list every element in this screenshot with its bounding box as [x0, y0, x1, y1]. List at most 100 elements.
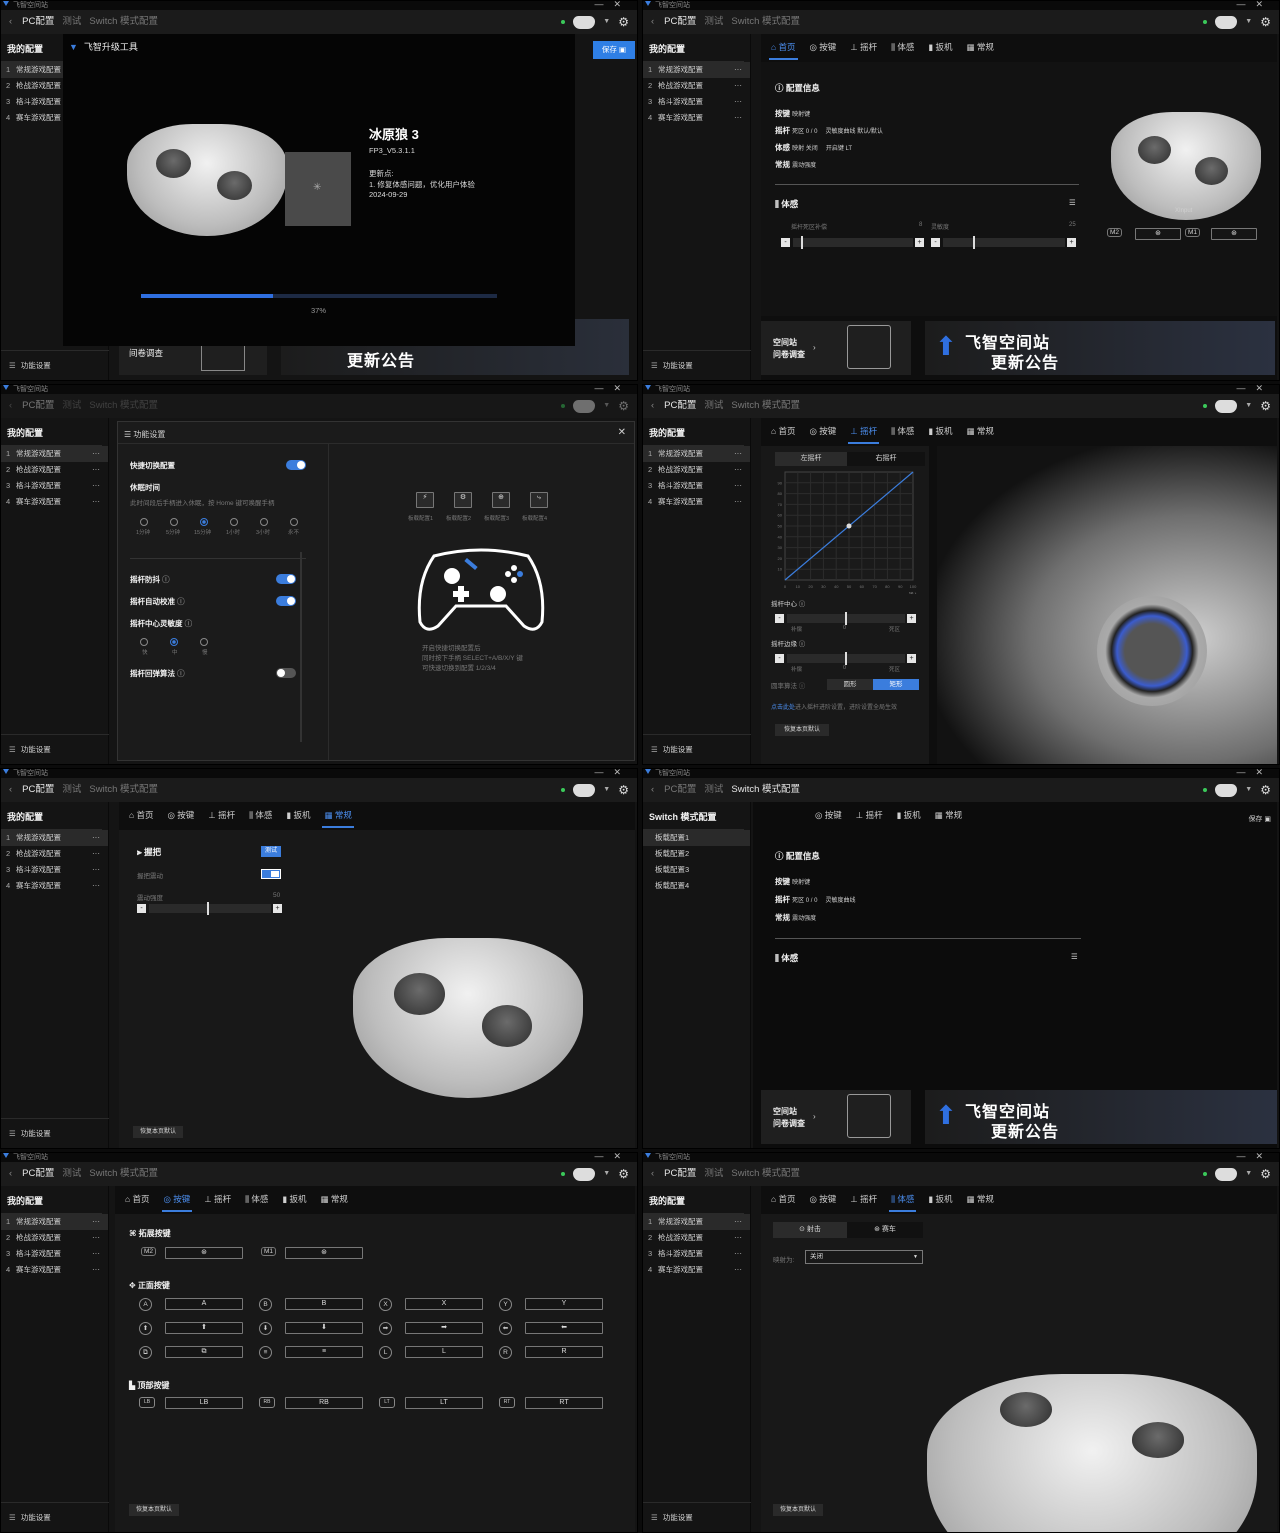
top-key-mapping[interactable]: RB	[285, 1397, 363, 1409]
sidebar-item-1[interactable]: 1 常规游戏配置 ···	[643, 1214, 750, 1230]
sidebar-item-1[interactable]: 1 常规游戏配置 ···	[1, 446, 108, 462]
face-key-mapping[interactable]: A	[165, 1298, 243, 1310]
strength-plus-button[interactable]: +	[273, 904, 282, 913]
more-icon[interactable]: ···	[92, 878, 100, 894]
tab-switch-config[interactable]: Switch 模式配置	[731, 778, 800, 802]
sidebar-item-3[interactable]: 3 格斗游戏配置 ···	[1, 1246, 108, 1262]
quick-switch-toggle[interactable]	[286, 460, 306, 470]
sidebar-item-1[interactable]: 1 常规游戏配置 ···	[643, 446, 750, 462]
face-key-mapping[interactable]: ➡	[405, 1322, 483, 1334]
tab-test[interactable]: 测试	[62, 778, 81, 802]
chevron-down-icon[interactable]: ▼	[603, 394, 610, 418]
deadzone-slider[interactable]	[793, 236, 913, 249]
tab-home[interactable]: ⌂ 首页	[127, 805, 156, 825]
tab-trigger[interactable]: ▮ 扳机	[895, 805, 923, 825]
switch-config-2[interactable]: 板载配置2	[643, 846, 750, 862]
more-icon[interactable]: ···	[734, 446, 742, 462]
back-icon[interactable]: ‹	[651, 394, 654, 418]
face-key-mapping[interactable]: ⧉	[165, 1346, 243, 1358]
more-icon[interactable]: ···	[92, 462, 100, 478]
window-controls[interactable]: —✕	[594, 385, 631, 393]
more-icon[interactable]: ···	[92, 478, 100, 494]
window-controls[interactable]: —✕	[1236, 385, 1273, 393]
window-controls[interactable]: —✕	[594, 1, 631, 9]
window-controls[interactable]: —✕	[1236, 769, 1273, 777]
face-key-mapping[interactable]: Y	[525, 1298, 603, 1310]
tab-switch-config[interactable]: Switch 模式配置	[89, 10, 158, 34]
back-icon[interactable]: ‹	[9, 394, 12, 418]
edge-slider[interactable]	[787, 652, 905, 665]
edge-plus-button[interactable]: +	[907, 654, 916, 663]
sidebar-item-2[interactable]: 2 枪战游戏配置 ···	[1, 1230, 108, 1246]
tab-pc-config[interactable]: PC配置	[22, 10, 54, 34]
face-key-mapping[interactable]: X	[405, 1298, 483, 1310]
round-option[interactable]: 圆形	[827, 679, 873, 690]
more-icon[interactable]: ···	[92, 1230, 100, 1246]
sidebar-item-1[interactable]: 1 常规游戏配置 ···	[1, 830, 108, 846]
function-settings-button[interactable]: ☰ 功能设置	[1, 350, 109, 380]
sidebar-item-1[interactable]: 1 常规游戏配置 ···	[643, 62, 750, 78]
m1-mapping[interactable]: ⊛	[285, 1247, 363, 1259]
tab-test[interactable]: 测试	[62, 394, 81, 418]
sensitivity-minus-button[interactable]: -	[931, 238, 940, 247]
help-icon[interactable]: ⓘ	[177, 597, 185, 606]
more-icon[interactable]: ···	[92, 494, 100, 510]
slider-thumb[interactable]	[845, 612, 847, 625]
reset-button[interactable]: 恢复本页默认	[773, 1504, 823, 1516]
chevron-down-icon[interactable]: ▼	[603, 10, 610, 34]
reset-button[interactable]: 恢复本页默认	[129, 1504, 179, 1516]
gamepad-icon[interactable]	[573, 15, 596, 29]
tab-pc-config[interactable]: PC配置	[664, 10, 696, 34]
tab-motion[interactable]: ⫼ 体感	[247, 805, 274, 825]
tab-home[interactable]: ⌂ 首页	[123, 1189, 152, 1209]
advanced-link[interactable]: 点击此处	[771, 705, 795, 711]
face-key-mapping[interactable]: ⬅	[525, 1322, 603, 1334]
square-option[interactable]: 矩形	[873, 679, 919, 690]
reset-button[interactable]: 恢复本页默认	[133, 1126, 183, 1138]
function-settings-button[interactable]: ☰ 功能设置	[643, 734, 751, 764]
more-icon[interactable]: ···	[92, 1246, 100, 1262]
survey-banner[interactable]: 空间站 问卷调查 ›	[761, 321, 911, 375]
face-key-mapping[interactable]: ≡	[285, 1346, 363, 1358]
function-settings-button[interactable]: ☰ 功能设置	[643, 350, 751, 380]
gamepad-icon[interactable]	[573, 783, 596, 797]
tab-switch-config[interactable]: Switch 模式配置	[731, 394, 800, 418]
sleep-radio-5[interactable]	[260, 518, 268, 526]
sidebar-item-4[interactable]: 4 赛车游戏配置 ···	[643, 1262, 750, 1278]
more-icon[interactable]: ···	[734, 1262, 742, 1278]
tab-keys[interactable]: ◎ 按键	[808, 421, 839, 441]
gear-icon[interactable]: ⚙	[618, 778, 629, 802]
back-icon[interactable]: ‹	[651, 778, 654, 802]
sidebar-item-2[interactable]: 2 枪战游戏配置 ···	[1, 846, 108, 862]
shoot-tab[interactable]: ⊙ 射击	[773, 1222, 847, 1238]
sidebar-item-4[interactable]: 4 赛车游戏配置 ···	[643, 494, 750, 510]
deadzone-plus-button[interactable]: +	[915, 238, 924, 247]
tab-stick[interactable]: ⊥ 摇杆	[848, 37, 879, 57]
tab-pc-config[interactable]: PC配置	[664, 778, 696, 802]
back-icon[interactable]: ‹	[651, 1162, 654, 1186]
tab-keys[interactable]: ◎ 按键	[813, 805, 844, 825]
filter-icon[interactable]: ☰	[1071, 952, 1078, 961]
rebound-toggle[interactable]	[276, 668, 296, 678]
tab-stick[interactable]: ⊥ 摇杆	[854, 805, 885, 825]
tab-trigger[interactable]: ▮ 扳机	[926, 37, 954, 57]
scrollbar[interactable]	[300, 552, 302, 742]
sidebar-item-3[interactable]: 3 格斗游戏配置 ···	[643, 478, 750, 494]
center-radio-slow[interactable]	[200, 638, 208, 646]
gamepad-icon[interactable]	[1215, 783, 1238, 797]
tab-switch-config[interactable]: Switch 模式配置	[731, 10, 800, 34]
sidebar-item-2[interactable]: 2 枪战游戏配置 ···	[1, 462, 108, 478]
save-button[interactable]: 保存 ▣	[593, 41, 635, 59]
back-icon[interactable]: ‹	[9, 1162, 12, 1186]
update-banner[interactable]: ⬆ 飞智空间站 更新公告	[925, 321, 1275, 375]
vibration-toggle[interactable]	[261, 869, 281, 879]
window-controls[interactable]: —✕	[1236, 1, 1273, 9]
sidebar-item-1[interactable]: 1 常规游戏配置 ···	[1, 1214, 108, 1230]
tab-home[interactable]: ⌂ 首页	[769, 421, 798, 441]
tab-pc-config[interactable]: PC配置	[22, 778, 54, 802]
race-tab[interactable]: ⊛ 赛车	[847, 1222, 923, 1238]
tab-switch-config[interactable]: Switch 模式配置	[89, 1162, 158, 1186]
right-stick-tab[interactable]: 右摇杆	[847, 452, 925, 466]
gear-icon[interactable]: ⚙	[618, 1162, 629, 1186]
m2-mapping[interactable]: ⊛	[165, 1247, 243, 1259]
